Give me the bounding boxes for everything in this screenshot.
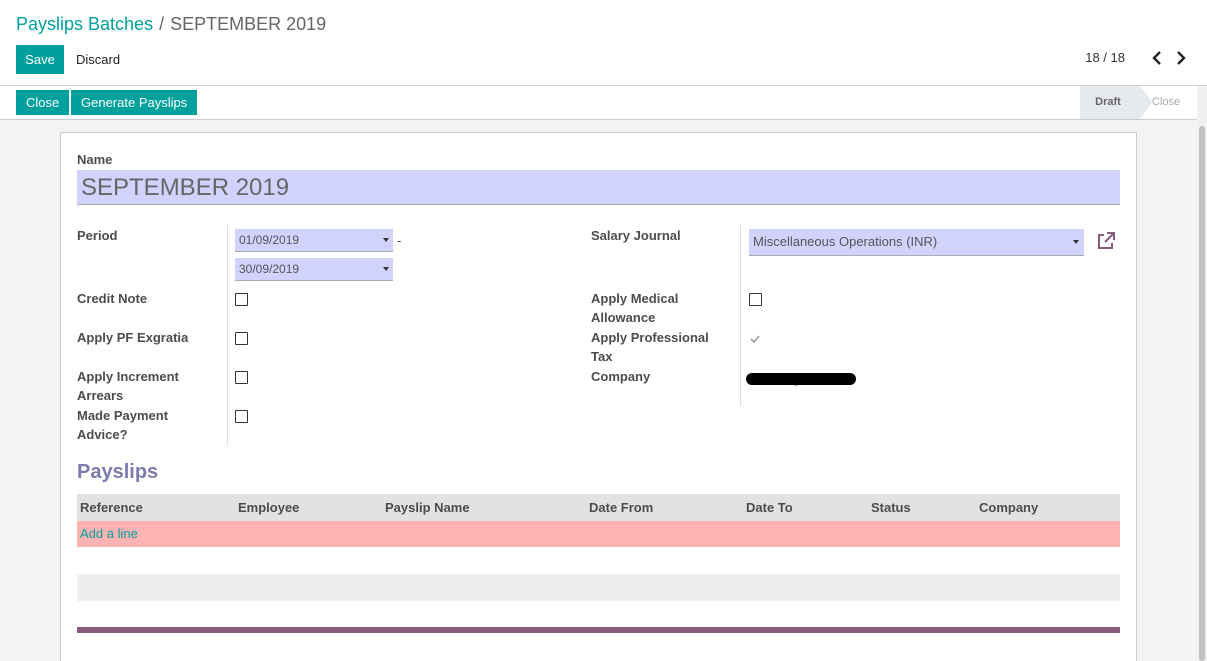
pager-value[interactable]: 18 / 18	[1085, 50, 1125, 65]
medical-allowance-label: Apply Medical Allowance	[591, 289, 678, 327]
stage-arrow	[1140, 86, 1152, 119]
column-header-reference[interactable]: Reference	[80, 494, 143, 521]
column-header-company[interactable]: Company	[979, 494, 1038, 521]
payslips-table-footer	[77, 574, 1120, 601]
form-sheet: Name SEPTEMBER 2019 Period 01/09/2019 - …	[60, 132, 1137, 661]
column-header-date-to[interactable]: Date To	[746, 494, 793, 521]
redaction-blot	[746, 373, 856, 385]
column-header-status[interactable]: Status	[871, 494, 911, 521]
increment-arrears-label: Apply Increment Arrears	[77, 367, 179, 405]
pf-exgratia-checkbox[interactable]	[235, 332, 248, 345]
pf-exgratia-label: Apply PF Exgratia	[77, 330, 189, 345]
professional-tax-checkbox	[749, 333, 761, 345]
form-statusbar: Close Generate Payslips Draft Close	[0, 86, 1197, 120]
salary-journal-value: Miscellaneous Operations (INR)	[753, 234, 938, 249]
credit-note-checkbox[interactable]	[235, 293, 248, 306]
payment-advice-label-line1: Made Payment	[77, 408, 169, 423]
right-group-divider	[740, 225, 741, 406]
add-line-link[interactable]: Add a line	[80, 521, 138, 547]
chevron-right-icon[interactable]	[1175, 50, 1187, 65]
payment-advice-label: Made Payment Advice?	[77, 406, 168, 444]
scrollbar-thumb[interactable]	[1199, 126, 1205, 661]
payslips-table-header: Reference Employee Payslip Name Date Fro…	[77, 494, 1120, 521]
add-line-row: Add a line	[77, 521, 1120, 547]
medical-allowance-label-line1: Apply Medical	[591, 291, 679, 306]
salary-journal-label: Salary Journal	[591, 228, 681, 243]
breadcrumb-separator: /	[159, 14, 165, 34]
increment-arrears-checkbox[interactable]	[235, 371, 248, 384]
professional-tax-label-line2: Tax	[591, 349, 613, 364]
salary-journal-select[interactable]: Miscellaneous Operations (INR)	[749, 229, 1084, 256]
increment-arrears-label-line2: Arrears	[77, 388, 124, 403]
name-input[interactable]: SEPTEMBER 2019	[77, 170, 1120, 205]
column-header-employee[interactable]: Employee	[238, 494, 299, 521]
external-link-icon[interactable]	[1096, 231, 1116, 251]
professional-tax-label-line1: Apply Professional	[591, 330, 709, 345]
date-end-input[interactable]: 30/09/2019	[235, 258, 393, 281]
pager: 18 / 18	[1085, 50, 1187, 65]
caret-down-icon[interactable]	[383, 238, 389, 242]
save-button[interactable]: Save	[16, 45, 64, 74]
date-start-input[interactable]: 01/09/2019	[235, 229, 393, 252]
column-header-payslip-name[interactable]: Payslip Name	[385, 494, 470, 521]
payment-advice-checkbox[interactable]	[235, 410, 248, 423]
period-label: Period	[77, 228, 118, 243]
control-panel: Payslips Batches / SEPTEMBER 2019 Save Dis…	[0, 0, 1207, 86]
date-start-value: 01/09/2019	[239, 233, 300, 247]
left-group-divider	[227, 225, 228, 445]
increment-arrears-label-line1: Apply Increment	[77, 369, 179, 384]
close-batch-button[interactable]: Close	[16, 90, 70, 115]
generate-payslips-button[interactable]: Generate Payslips	[71, 90, 198, 115]
date-end-value: 30/09/2019	[239, 262, 300, 276]
vertical-scrollbar[interactable]	[1197, 86, 1207, 661]
stage-close[interactable]: Close	[1152, 86, 1192, 119]
date-separator: -	[397, 233, 402, 248]
payment-advice-label-line2: Advice?	[77, 427, 128, 442]
payslips-section-title: Payslips	[77, 461, 159, 483]
caret-down-icon[interactable]	[1073, 240, 1079, 244]
column-header-date-from[interactable]: Date From	[589, 494, 653, 521]
professional-tax-label: Apply Professional Tax	[591, 328, 709, 366]
medical-allowance-label-line2: Allowance	[591, 310, 656, 325]
bottom-divider-bar	[77, 627, 1120, 633]
breadcrumb: Payslips Batches / SEPTEMBER 2019	[16, 14, 326, 35]
breadcrumb-parent-link[interactable]: Payslips Batches	[16, 14, 153, 34]
medical-allowance-checkbox[interactable]	[749, 293, 762, 306]
discard-button[interactable]: Discard	[70, 45, 126, 74]
stage-draft[interactable]: Draft	[1080, 86, 1140, 119]
name-label: Name	[77, 152, 113, 167]
company-value[interactable]: e Diagn	[746, 370, 856, 388]
chevron-left-icon[interactable]	[1151, 50, 1163, 65]
breadcrumb-current: SEPTEMBER 2019	[170, 14, 327, 34]
credit-note-label: Credit Note	[77, 291, 148, 306]
caret-down-icon[interactable]	[383, 267, 389, 271]
company-label: Company	[591, 369, 651, 384]
